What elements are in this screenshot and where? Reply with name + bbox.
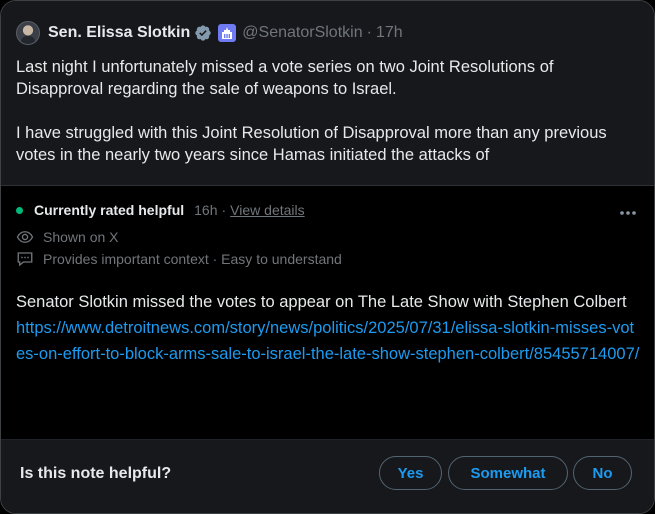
author-name[interactable]: Sen. Elissa Slotkin: [48, 24, 190, 42]
separator: ·: [366, 24, 372, 41]
view-details-link[interactable]: View details: [230, 202, 304, 218]
quoted-post[interactable]: Sen. Elissa Slotkin @SenatorSlotkin · 17…: [1, 1, 654, 186]
eye-icon: [16, 228, 34, 246]
context-row: Provides important context · Easy to und…: [16, 250, 342, 268]
post-paragraph: Last night I unfortunately missed a vote…: [16, 58, 554, 98]
context-label: Provides important context · Easy to und…: [43, 251, 342, 267]
author-handle[interactable]: @SenatorSlotkin: [242, 24, 362, 42]
yes-button[interactable]: Yes: [379, 456, 442, 490]
note-timestamp: 16h: [194, 202, 218, 218]
no-button[interactable]: No: [573, 456, 632, 490]
status-dot: [16, 206, 23, 214]
post-text: Last night I unfortunately missed a vote…: [16, 56, 641, 166]
government-affiliation-icon: [218, 24, 237, 42]
note-status: Currently rated helpful 16h · View detai…: [16, 202, 305, 218]
comment-icon: [16, 250, 34, 268]
helpful-footer: Is this note helpful? Yes Somewhat No: [1, 439, 654, 513]
note-source-link[interactable]: https://www.detroitnews.com/story/news/p…: [16, 319, 639, 363]
somewhat-button[interactable]: Somewhat: [448, 456, 568, 490]
post-header: Sen. Elissa Slotkin @SenatorSlotkin · 17…: [16, 20, 403, 46]
more-options-icon[interactable]: [615, 203, 641, 223]
shown-on-label: Shown on X: [43, 229, 119, 245]
post-timestamp[interactable]: 17h: [376, 24, 403, 42]
post-paragraph: I have struggled with this Joint Resolut…: [16, 124, 607, 164]
note-text: Senator Slotkin missed the votes to appe…: [16, 293, 627, 311]
verified-badge-icon: [194, 24, 212, 42]
shown-on-row: Shown on X: [16, 228, 119, 246]
community-note-card: Sen. Elissa Slotkin @SenatorSlotkin · 17…: [0, 0, 655, 514]
status-label: Currently rated helpful: [34, 202, 185, 218]
separator: ·: [221, 202, 227, 218]
helpful-question: Is this note helpful?: [20, 465, 172, 482]
note-body: Senator Slotkin missed the votes to appe…: [16, 289, 641, 367]
avatar[interactable]: [16, 21, 40, 45]
